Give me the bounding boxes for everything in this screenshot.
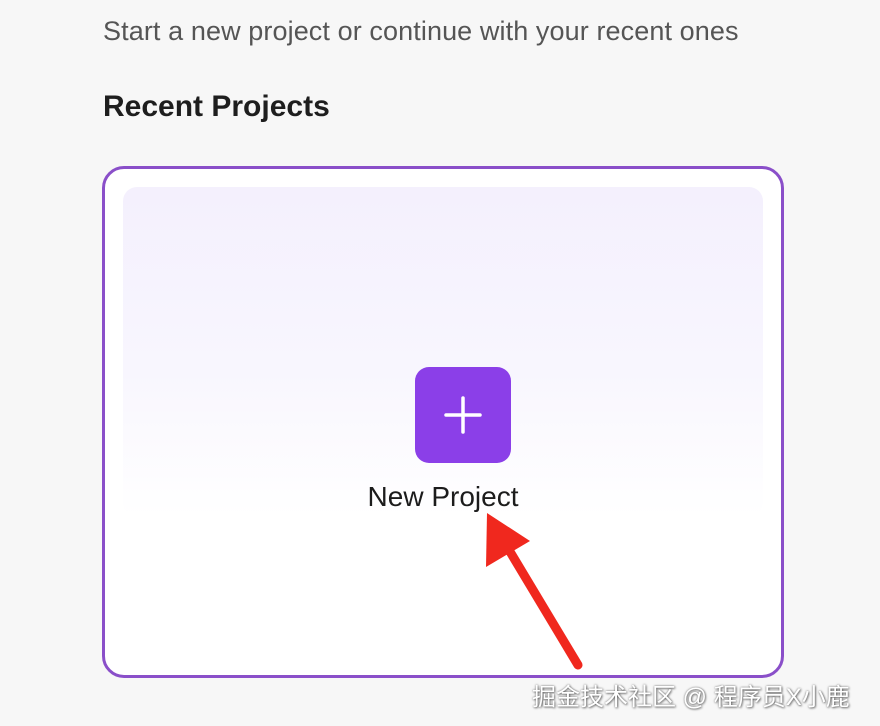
new-project-label: New Project xyxy=(367,481,519,512)
watermark-text: 掘金技术社区 @ 程序员X小鹿 xyxy=(532,684,850,711)
recent-projects-heading: Recent Projects xyxy=(103,90,330,123)
new-project-card[interactable]: New Project xyxy=(102,166,784,678)
annotation-arrow-icon xyxy=(486,513,583,670)
page-subtitle: Start a new project or continue with you… xyxy=(103,16,739,46)
new-project-button[interactable] xyxy=(415,367,511,463)
plus-icon xyxy=(444,396,482,434)
new-project-card-panel: New Project xyxy=(123,187,763,517)
